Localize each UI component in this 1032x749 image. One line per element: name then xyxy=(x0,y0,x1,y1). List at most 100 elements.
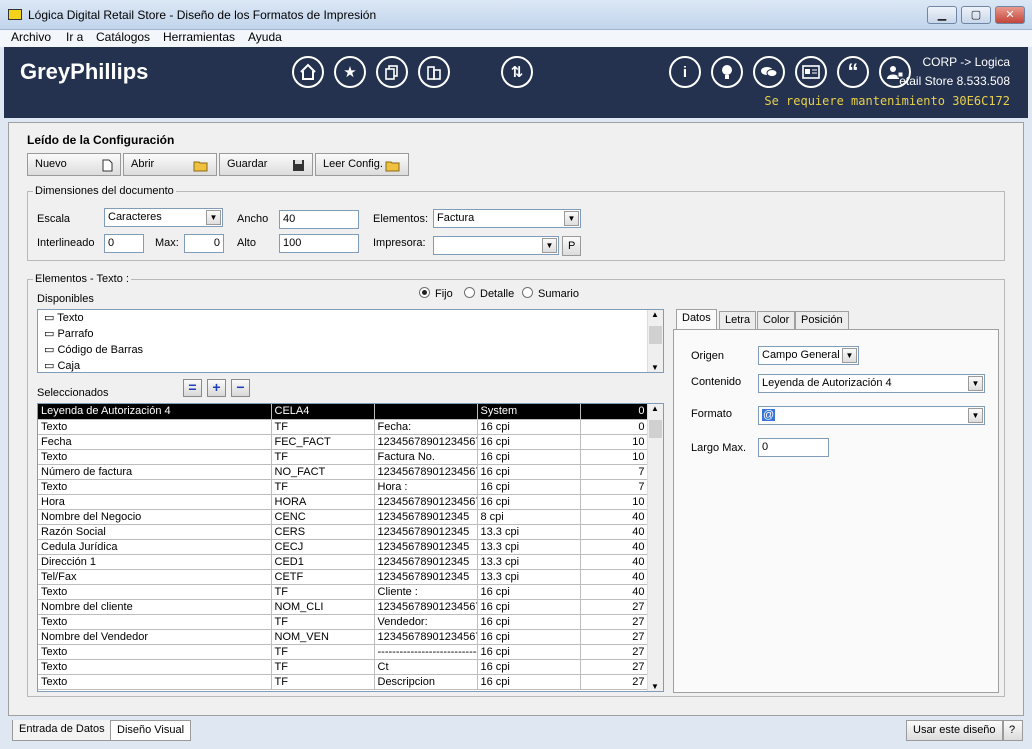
tab-datos[interactable]: Datos xyxy=(676,309,717,330)
radio-fijo[interactable]: Fijo xyxy=(419,287,453,300)
close-button[interactable]: ✕ xyxy=(995,6,1025,24)
disponibles-list[interactable]: ▭ Texto ▭ Parrafo ▭ Código de Barras ▭ C… xyxy=(37,309,664,373)
app-icon xyxy=(8,9,22,20)
table-row[interactable]: Nombre del Negocio CENC 123456789012345 8 c… xyxy=(38,509,649,525)
sort-icon[interactable]: ⇅ xyxy=(501,56,533,88)
use-design-button[interactable]: Usar este diseño xyxy=(906,720,1003,741)
equal-button[interactable]: = xyxy=(183,379,202,397)
largo-max-field[interactable]: 0 xyxy=(758,438,829,457)
table-row[interactable]: Texto TF Ct 16 cpi 27 xyxy=(38,659,649,675)
table-cell: Texto xyxy=(38,644,272,660)
minimize-button[interactable]: ▁ xyxy=(927,6,957,24)
table-row[interactable]: Nombre del cliente NOM_CLI 123456789012345… xyxy=(38,599,649,615)
table-row[interactable]: Tel/Fax CETF 123456789012345 13.3 cpi 40 xyxy=(38,569,649,585)
list-item[interactable]: ▭ Texto xyxy=(44,311,84,324)
table-cell: 27 xyxy=(580,644,649,660)
list-item[interactable]: ▭ Código de Barras xyxy=(44,343,143,356)
quote-icon[interactable]: “ xyxy=(837,56,869,88)
building-icon[interactable] xyxy=(418,56,450,88)
table-cell: Texto xyxy=(38,449,272,465)
star-icon[interactable]: ★ xyxy=(334,56,366,88)
impresora-select[interactable]: ▼ xyxy=(433,236,559,255)
brand-logo: GreyPhillips xyxy=(20,59,149,84)
list-item[interactable]: ▭ Parrafo xyxy=(44,327,94,340)
guardar-button[interactable]: Guardar xyxy=(219,153,313,176)
list-item[interactable]: ▭ Caja xyxy=(44,359,80,372)
table-cell: TF xyxy=(271,479,375,495)
table-row[interactable]: Hora HORA 12345678901234567 16 cpi 10 xyxy=(38,494,649,510)
radio-sumario[interactable]: Sumario xyxy=(522,287,579,300)
elements-title: Elementos - Texto : xyxy=(33,273,131,285)
leer-config-button[interactable]: Leer Config. xyxy=(315,153,409,176)
info-icon[interactable]: i xyxy=(669,56,701,88)
table-cell: System xyxy=(477,404,581,420)
table-cell: Texto xyxy=(38,614,272,630)
chevron-down-icon: ▼ xyxy=(968,408,983,423)
nuevo-button[interactable]: Nuevo xyxy=(27,153,121,176)
table-cell: Cliente : xyxy=(374,584,478,600)
grid-scrollbar[interactable]: ▲ ▼ xyxy=(647,404,663,691)
radio-detalle[interactable]: Detalle xyxy=(464,287,514,300)
table-cell: 16 cpi xyxy=(477,494,581,510)
menu-ayuda[interactable]: Ayuda xyxy=(248,30,282,44)
max-field[interactable]: 0 xyxy=(184,234,224,253)
table-row[interactable]: Razón Social CERS 123456789012345 13.3 cpi 4… xyxy=(38,524,649,540)
add-button[interactable]: + xyxy=(207,379,226,397)
table-cell: 7 xyxy=(580,479,649,495)
table-row[interactable]: Texto TF Hora :16 cpi 7 xyxy=(38,479,649,495)
table-cell: 10 xyxy=(580,449,649,465)
table-cell: Nombre del Negocio xyxy=(38,509,272,525)
table-row[interactable]: Número de factura NO_FACT 1234567890123456… xyxy=(38,464,649,480)
remove-button[interactable]: − xyxy=(231,379,250,397)
abrir-button[interactable]: Abrir xyxy=(123,153,217,176)
tab-posicion[interactable]: Posición xyxy=(795,311,849,330)
help-button[interactable]: ? xyxy=(1003,720,1023,741)
table-cell: Texto xyxy=(38,674,272,690)
table-row[interactable]: Texto TF Fecha: 16 cpi 0 xyxy=(38,419,649,435)
table-row[interactable]: Cedula Jurídica CECJ 123456789012345 13.3 c… xyxy=(38,539,649,555)
lightbulb-icon[interactable] xyxy=(711,56,743,88)
contenido-select[interactable]: Leyenda de Autorización 4 ▼ xyxy=(758,374,985,393)
disponibles-scrollbar[interactable]: ▲ ▼ xyxy=(647,310,663,372)
ancho-field[interactable]: 40 xyxy=(279,210,359,229)
menu-ir-a[interactable]: Ir a xyxy=(66,30,83,44)
table-row[interactable]: Texto TF Descripcion 16 cpi 27 xyxy=(38,674,649,690)
printer-p-button[interactable]: P xyxy=(562,236,581,256)
menu-herramientas[interactable]: Herramientas xyxy=(163,30,235,44)
menu-archivo[interactable]: Archivo xyxy=(11,30,51,44)
interlineado-field[interactable]: 0 xyxy=(104,234,144,253)
formato-select[interactable]: @ ▼ xyxy=(758,406,985,425)
table-cell: CELA4 xyxy=(271,404,375,420)
table-cell: Leyenda de Autorización 4 xyxy=(38,404,272,420)
id-card-icon[interactable] xyxy=(795,56,827,88)
alto-field[interactable]: 100 xyxy=(279,234,359,253)
tab-letra[interactable]: Letra xyxy=(719,311,757,330)
tab-entrada-datos[interactable]: Entrada de Datos xyxy=(12,720,112,741)
chat-icon[interactable] xyxy=(753,56,785,88)
home-icon[interactable] xyxy=(292,56,324,88)
table-cell: 16 cpi xyxy=(477,584,581,600)
table-row[interactable]: Nombre del Vendedor NOM_VEN 12345678901234… xyxy=(38,629,649,645)
table-row[interactable]: Texto TF Factura No. 16 cpi 10 xyxy=(38,449,649,465)
table-row[interactable]: Dirección 1 CED1 123456789012345 13.3 cpi 40 xyxy=(38,554,649,570)
escala-select[interactable]: Caracteres ▼ xyxy=(104,208,223,227)
table-cell: 27 xyxy=(580,674,649,690)
origen-select[interactable]: Campo General ▼ xyxy=(758,346,859,365)
table-cell: Factura No. xyxy=(374,449,478,465)
seleccionados-grid[interactable]: Leyenda de Autorización 4 CELA4 System 0 Tex… xyxy=(37,403,664,692)
elementos-select[interactable]: Factura ▼ xyxy=(433,209,581,228)
menu-catalogos[interactable]: Catálogos xyxy=(96,30,150,44)
title-bar: Lógica Digital Retail Store - Diseño de … xyxy=(0,0,1032,30)
table-row[interactable]: Texto TF Vendedor: 16 cpi 27 xyxy=(38,614,649,630)
tab-diseno-visual[interactable]: Diseño Visual xyxy=(110,720,192,741)
table-row[interactable]: Texto TF Cliente :16 cpi 40 xyxy=(38,584,649,600)
table-cell: 123456789012345 xyxy=(374,569,478,585)
table-row[interactable]: Leyenda de Autorización 4 CELA4 System 0 xyxy=(38,404,649,420)
table-cell: CED1 xyxy=(271,554,375,570)
table-row[interactable]: Fecha FEC_FACT 12345678901234567 16 cpi 10 xyxy=(38,434,649,450)
maximize-button[interactable]: ▢ xyxy=(961,6,991,24)
table-cell: 0 xyxy=(580,419,649,435)
copy-icon[interactable] xyxy=(376,56,408,88)
table-row[interactable]: Texto TF ------------------------------ 16 … xyxy=(38,644,649,660)
tab-color[interactable]: Color xyxy=(757,311,796,330)
